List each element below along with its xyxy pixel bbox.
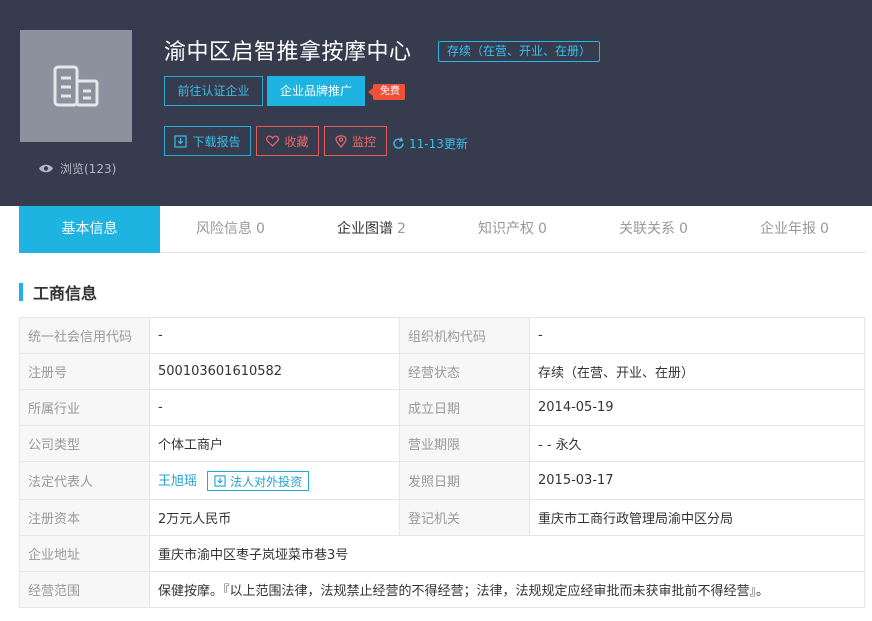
business-info-table: 统一社会信用代码 - 组织机构代码 - 注册号 500103601610582 … [19, 317, 865, 608]
address-label: 企业地址 [19, 535, 150, 572]
tab-count: 2 [397, 221, 406, 237]
view-count-text: 浏览(123) [60, 162, 117, 176]
tab-label: 企业年报 [760, 221, 817, 237]
section-title: 工商信息 [19, 282, 98, 303]
reg-no-value: 500103601610582 [149, 353, 400, 390]
legal-invest-button[interactable]: 法人对外投资 [207, 471, 310, 492]
table-row: 经营范围 保健按摩。『以上范围法律，法规禁止经营的不得经营；法律，法规规定应经审… [19, 571, 865, 608]
download-icon [174, 134, 188, 148]
tab-label: 基本信息 [61, 221, 118, 237]
monitor-label: 监控 [351, 134, 376, 149]
tab-annual-report[interactable]: 企业年报 0 [724, 206, 865, 252]
license-date-label: 发照日期 [399, 461, 530, 500]
brand-promo-button[interactable]: 企业品牌推广 [267, 76, 365, 106]
capital-value: 2万元人民币 [149, 499, 400, 536]
section-title-text: 工商信息 [33, 284, 98, 303]
company-logo-placeholder [20, 30, 132, 142]
tab-relations[interactable]: 关联关系 0 [583, 206, 724, 252]
legal-rep-link[interactable]: 王旭瑶 [158, 474, 197, 489]
tab-risk-info[interactable]: 风险信息 0 [160, 206, 301, 252]
capital-label: 注册资本 [19, 499, 150, 536]
tab-label: 企业图谱 [337, 221, 394, 237]
industry-value: - [149, 389, 400, 426]
scope-label: 经营范围 [19, 571, 150, 608]
founded-value: 2014-05-19 [529, 389, 865, 426]
address-value: 重庆市渝中区枣子岚垭菜市巷3号 [149, 535, 865, 572]
table-row: 法定代表人 王旭瑶 法人对外投资 发照日期 2015-03-17 [19, 461, 865, 500]
tab-basic-info[interactable]: 基本信息 [19, 206, 160, 253]
founded-label: 成立日期 [399, 389, 530, 426]
org-code-label: 组织机构代码 [399, 317, 530, 354]
refresh-icon [393, 137, 404, 149]
biz-status-value: 存续（在营、开业、在册） [529, 353, 865, 390]
tab-bar: 基本信息 风险信息 0 企业图谱 2 知识产权 0 关联关系 0 企业年报 0 [19, 206, 866, 253]
building-icon [53, 65, 99, 107]
tab-ip[interactable]: 知识产权 0 [442, 206, 583, 252]
tab-label: 关联关系 [619, 221, 676, 237]
tab-count: 0 [538, 221, 547, 237]
table-row: 公司类型 个体工商户 营业期限 - - 永久 [19, 425, 865, 462]
industry-label: 所属行业 [19, 389, 150, 426]
download-report-label: 下载报告 [192, 134, 241, 149]
scope-value: 保健按摩。『以上范围法律，法规禁止经营的不得经营；法律，法规规定应经审批而未获审… [149, 571, 865, 608]
download-report-button[interactable]: 下载报告 [164, 126, 251, 156]
tab-company-graph[interactable]: 企业图谱 2 [301, 206, 442, 252]
table-row: 注册号 500103601610582 经营状态 存续（在营、开业、在册） [19, 353, 865, 390]
eye-icon [39, 164, 53, 173]
legal-rep-cell: 王旭瑶 法人对外投资 [149, 461, 400, 500]
cert-company-button[interactable]: 前往认证企业 [164, 76, 263, 106]
table-row: 所属行业 - 成立日期 2014-05-19 [19, 389, 865, 426]
tab-label: 风险信息 [196, 221, 253, 237]
authority-label: 登记机关 [399, 499, 530, 536]
org-code-value: - [529, 317, 865, 354]
credit-code-value: - [149, 317, 400, 354]
company-type-label: 公司类型 [19, 425, 150, 462]
tab-count: 0 [820, 221, 829, 237]
status-badge: 存续（在营、开业、在册） [438, 41, 601, 62]
view-count: 浏览(123) [38, 160, 116, 177]
company-name: 渝中区启智推拿按摩中心 [164, 40, 412, 65]
heart-icon [266, 135, 280, 147]
legal-invest-label: 法人对外投资 [230, 474, 303, 489]
free-badge: 免费 [368, 84, 405, 100]
favorite-label: 收藏 [284, 134, 309, 149]
license-date-value: 2015-03-17 [529, 461, 865, 500]
reg-no-label: 注册号 [19, 353, 150, 390]
biz-status-label: 经营状态 [399, 353, 530, 390]
credit-code-label: 统一社会信用代码 [19, 317, 150, 354]
table-row: 注册资本 2万元人民币 登记机关 重庆市工商行政管理局渝中区分局 [19, 499, 865, 536]
company-type-value: 个体工商户 [149, 425, 400, 462]
table-row: 企业地址 重庆市渝中区枣子岚垭菜市巷3号 [19, 535, 865, 572]
update-text: 11-13更新 [409, 137, 468, 151]
download-icon [214, 475, 226, 487]
authority-value: 重庆市工商行政管理局渝中区分局 [529, 499, 865, 536]
tab-count: 0 [256, 221, 265, 237]
company-header: 浏览(123) 渝中区启智推拿按摩中心 存续（在营、开业、在册） 前往认证企业 … [0, 0, 872, 206]
update-info[interactable]: 11-13更新 [392, 135, 468, 152]
location-pin-icon [335, 134, 347, 148]
legal-rep-label: 法定代表人 [19, 461, 150, 500]
section-accent-bar [19, 283, 23, 301]
biz-term-label: 营业期限 [399, 425, 530, 462]
monitor-button[interactable]: 监控 [324, 126, 387, 156]
tab-count: 0 [679, 221, 688, 237]
favorite-button[interactable]: 收藏 [256, 126, 319, 156]
biz-term-value: - - 永久 [529, 425, 865, 462]
table-row: 统一社会信用代码 - 组织机构代码 - [19, 317, 865, 354]
tab-label: 知识产权 [478, 221, 535, 237]
